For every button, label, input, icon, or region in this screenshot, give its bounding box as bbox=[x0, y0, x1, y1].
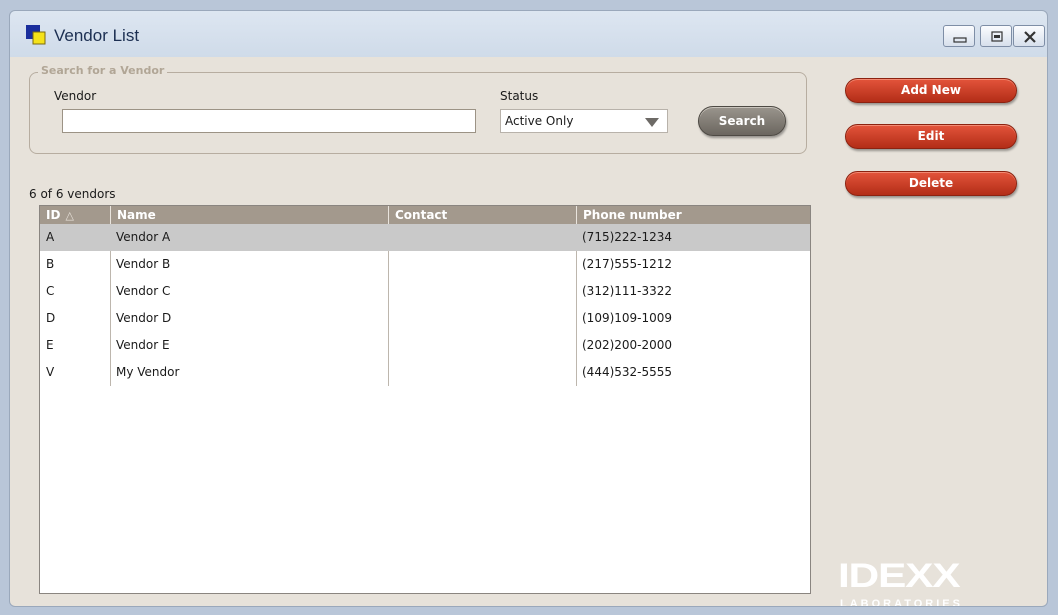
cell-id: A bbox=[46, 230, 55, 244]
cell-phone: (217)555-1212 bbox=[582, 257, 673, 271]
vendor-label: Vendor bbox=[54, 89, 97, 103]
minimize-button[interactable] bbox=[943, 25, 975, 47]
column-header-id[interactable]: ID △ bbox=[40, 206, 110, 224]
table-row[interactable]: V My Vendor (444)532-5555 bbox=[40, 359, 810, 386]
cell-contact bbox=[388, 251, 394, 278]
cell-id: B bbox=[46, 257, 55, 271]
column-header-label: Phone number bbox=[583, 208, 682, 222]
cell-name: My Vendor bbox=[116, 365, 180, 379]
column-header-name[interactable]: Name bbox=[110, 206, 388, 224]
cell-name: Vendor C bbox=[116, 284, 171, 298]
cell-contact bbox=[388, 332, 394, 359]
vendor-search-input[interactable] bbox=[62, 109, 476, 133]
cell-id: C bbox=[46, 284, 55, 298]
edit-button[interactable]: Edit bbox=[845, 124, 1017, 149]
logo-sub-text: LABORATORIES bbox=[840, 598, 963, 607]
cell-contact bbox=[388, 305, 394, 332]
close-icon bbox=[1024, 31, 1036, 43]
main-content: Search for a Vendor Vendor Status Active… bbox=[10, 57, 1047, 607]
table-row[interactable]: E Vendor E (202)200-2000 bbox=[40, 332, 810, 359]
add-new-button[interactable]: Add New bbox=[845, 78, 1017, 103]
cell-contact bbox=[388, 278, 394, 305]
delete-button[interactable]: Delete bbox=[845, 171, 1017, 196]
dropdown-arrow-icon bbox=[645, 118, 659, 127]
cell-name: Vendor D bbox=[116, 311, 172, 325]
window-title: Vendor List bbox=[54, 26, 140, 45]
column-header-label: ID bbox=[46, 208, 61, 222]
cell-phone: (444)532-5555 bbox=[582, 365, 673, 379]
cell-contact bbox=[388, 224, 394, 251]
table-row[interactable]: B Vendor B (217)555-1212 bbox=[40, 251, 810, 278]
search-button[interactable]: Search bbox=[698, 106, 786, 136]
table-row[interactable]: A Vendor A (715)222-1234 bbox=[40, 224, 810, 251]
column-divider bbox=[810, 224, 811, 386]
table-row[interactable]: D Vendor D (109)109-1009 bbox=[40, 305, 810, 332]
search-panel-legend: Search for a Vendor bbox=[38, 64, 168, 77]
sort-ascending-icon: △ bbox=[65, 209, 74, 222]
minimize-icon bbox=[953, 37, 967, 43]
cell-name: Vendor A bbox=[116, 230, 171, 244]
column-header-label: Name bbox=[117, 208, 156, 222]
status-label: Status bbox=[500, 89, 539, 103]
cell-id: D bbox=[46, 311, 56, 325]
app-icon bbox=[26, 25, 46, 45]
cell-name: Vendor B bbox=[116, 257, 171, 271]
cell-contact bbox=[388, 359, 394, 386]
vendor-table[interactable]: ID △ Name Contact Phone number A Vendor A… bbox=[39, 205, 811, 594]
column-header-label: Contact bbox=[395, 208, 448, 222]
column-header-contact[interactable]: Contact bbox=[388, 206, 576, 224]
status-dropdown[interactable]: Active Only bbox=[500, 109, 668, 133]
cell-id: V bbox=[46, 365, 55, 379]
cell-id: E bbox=[46, 338, 54, 352]
vendor-list-window: Vendor List Search for a Vendor Vendor S… bbox=[9, 10, 1048, 607]
cell-phone: (202)200-2000 bbox=[582, 338, 673, 352]
idexx-logo: IDEXX LABORATORIES bbox=[828, 557, 1008, 607]
maximize-icon bbox=[991, 31, 1003, 42]
column-header-phone[interactable]: Phone number bbox=[576, 206, 810, 224]
table-row[interactable]: C Vendor C (312)111-3322 bbox=[40, 278, 810, 305]
cell-name: Vendor E bbox=[116, 338, 170, 352]
close-button[interactable] bbox=[1013, 25, 1045, 47]
cell-phone: (109)109-1009 bbox=[582, 311, 673, 325]
logo-main-text: IDEXX bbox=[838, 557, 961, 595]
table-header: ID △ Name Contact Phone number bbox=[40, 206, 810, 224]
maximize-button[interactable] bbox=[980, 25, 1012, 47]
status-selected-value: Active Only bbox=[505, 114, 574, 128]
cell-phone: (715)222-1234 bbox=[582, 230, 673, 244]
cell-phone: (312)111-3322 bbox=[582, 284, 673, 298]
title-bar[interactable]: Vendor List bbox=[10, 11, 1047, 57]
vendor-count: 6 of 6 vendors bbox=[29, 187, 116, 201]
